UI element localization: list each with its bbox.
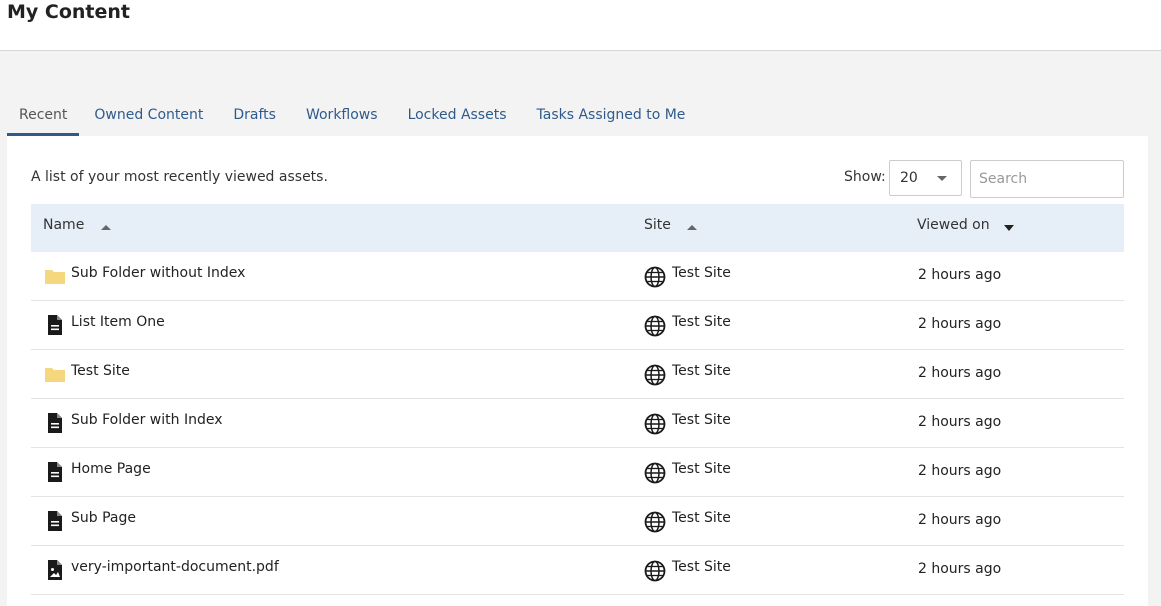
page-size-select[interactable]: 20	[889, 160, 962, 196]
folder-icon	[44, 265, 66, 287]
asset-site: Test Site	[672, 314, 731, 330]
globe-icon	[644, 560, 666, 582]
asset-site: Test Site	[672, 510, 731, 526]
globe-icon	[644, 266, 666, 288]
asset-viewed-on: 2 hours ago	[918, 414, 1002, 430]
asset-viewed-on: 2 hours ago	[918, 267, 1002, 283]
globe-icon	[644, 315, 666, 337]
sort-ascending-icon[interactable]	[101, 225, 111, 230]
tab-locked-assets[interactable]: Locked Assets	[393, 100, 522, 133]
tab-drafts[interactable]: Drafts	[218, 100, 291, 133]
table-row[interactable]: very-important-document.pdf Test Site 2 ho…	[31, 546, 1124, 595]
asset-viewed-on: 2 hours ago	[918, 463, 1002, 479]
column-header-viewed-on[interactable]: Viewed on	[917, 217, 990, 233]
page-title: My Content	[7, 1, 131, 23]
asset-viewed-on: 2 hours ago	[918, 561, 1002, 577]
folder-icon	[44, 363, 66, 385]
asset-site: Test Site	[672, 412, 731, 428]
column-header-site[interactable]: Site	[644, 217, 671, 233]
tab-workflows[interactable]: Workflows	[291, 100, 393, 133]
globe-icon	[644, 413, 666, 435]
panel-description: A list of your most recently viewed asse…	[31, 169, 328, 185]
sort-ascending-icon[interactable]	[687, 225, 697, 230]
assets-table: Name Site Viewed on Sub Folder without I…	[31, 204, 1124, 595]
asset-viewed-on: 2 hours ago	[918, 512, 1002, 528]
document-icon	[44, 510, 66, 532]
asset-viewed-on: 2 hours ago	[918, 316, 1002, 332]
page-size-value: 20	[900, 170, 918, 186]
asset-site: Test Site	[672, 265, 731, 281]
show-label: Show:	[844, 169, 886, 185]
table-row[interactable]: Sub Folder without Index Test Site 2 hours…	[31, 252, 1124, 301]
tab-bar: Recent Owned Content Drafts Workflows Lo…	[7, 100, 700, 136]
image-file-icon	[44, 559, 66, 581]
asset-name[interactable]: List Item One	[71, 314, 165, 330]
search-input[interactable]	[970, 160, 1124, 198]
asset-name[interactable]: Sub Page	[71, 510, 136, 526]
table-body: Sub Folder without Index Test Site 2 hours…	[31, 252, 1124, 595]
sort-descending-icon[interactable]	[1004, 225, 1014, 231]
globe-icon	[644, 511, 666, 533]
document-icon	[44, 461, 66, 483]
tab-owned-content[interactable]: Owned Content	[79, 100, 218, 133]
table-row[interactable]: Home Page Test Site 2 hours ago	[31, 448, 1124, 497]
table-header: Name Site Viewed on	[31, 204, 1124, 252]
column-header-name[interactable]: Name	[43, 217, 84, 233]
table-row[interactable]: Sub Page Test Site 2 hours ago	[31, 497, 1124, 546]
document-icon	[44, 412, 66, 434]
globe-icon	[644, 462, 666, 484]
asset-name[interactable]: Sub Folder without Index	[71, 265, 245, 281]
document-icon	[44, 314, 66, 336]
table-row[interactable]: Test Site Test Site 2 hours ago	[31, 350, 1124, 399]
page-header: My Content	[0, 0, 1161, 51]
tab-tasks-assigned[interactable]: Tasks Assigned to Me	[522, 100, 701, 133]
table-row[interactable]: List Item One Test Site 2 hours ago	[31, 301, 1124, 350]
globe-icon	[644, 364, 666, 386]
tab-recent[interactable]: Recent	[7, 100, 80, 136]
asset-name[interactable]: Sub Folder with Index	[71, 412, 223, 428]
asset-site: Test Site	[672, 363, 731, 379]
asset-name[interactable]: Home Page	[71, 461, 151, 477]
content-panel: A list of your most recently viewed asse…	[7, 136, 1148, 606]
asset-viewed-on: 2 hours ago	[918, 365, 1002, 381]
asset-site: Test Site	[672, 559, 731, 575]
asset-name[interactable]: very-important-document.pdf	[71, 559, 279, 575]
asset-site: Test Site	[672, 461, 731, 477]
asset-name[interactable]: Test Site	[71, 363, 130, 379]
table-row[interactable]: Sub Folder with Index Test Site 2 hours ag…	[31, 399, 1124, 448]
chevron-down-icon	[937, 176, 947, 181]
